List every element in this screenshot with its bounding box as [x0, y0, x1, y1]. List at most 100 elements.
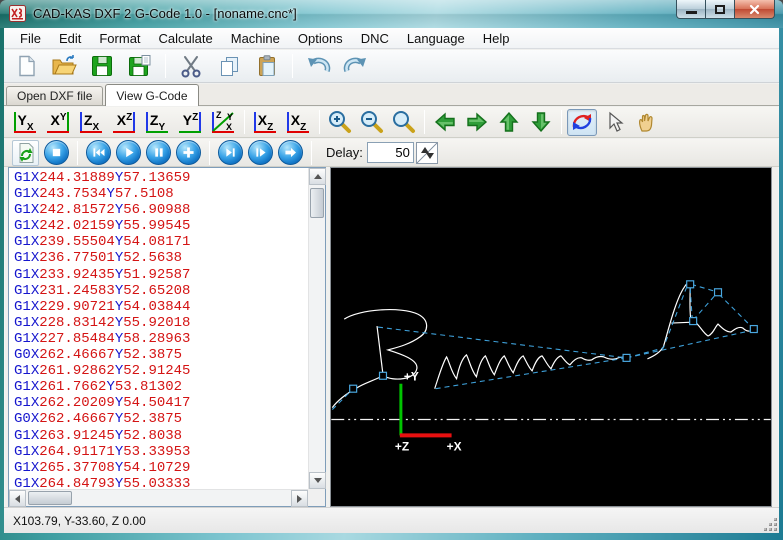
pointer-tool-button[interactable]: [599, 109, 629, 136]
menu-item-options[interactable]: Options: [289, 29, 352, 48]
maximize-button[interactable]: [706, 0, 735, 19]
menu-item-calculate[interactable]: Calculate: [150, 29, 222, 48]
menu-item-format[interactable]: Format: [90, 29, 149, 48]
spin-down-icon[interactable]: [426, 153, 434, 159]
view-x-z[interactable]: XZ: [109, 109, 140, 136]
menu-item-edit[interactable]: Edit: [50, 29, 90, 48]
gcode-line: G1X228.83142Y55.92018: [14, 315, 307, 331]
zoom-fit-button[interactable]: [389, 109, 419, 136]
scroll-left-button[interactable]: [9, 490, 26, 507]
gcode-line: G1X229.90721Y54.03844: [14, 299, 307, 315]
menu-item-dnc[interactable]: DNC: [352, 29, 398, 48]
view-toolbar: YX XY ZX XZ ZY YZ Z Y X XZ XZ: [4, 107, 779, 138]
view-x-y[interactable]: XY: [43, 109, 74, 136]
view-z-x[interactable]: ZX: [76, 109, 107, 136]
minimize-button[interactable]: [676, 0, 706, 19]
vertical-scrollbar[interactable]: [308, 168, 325, 489]
open-file-button[interactable]: [48, 52, 80, 80]
menu-item-help[interactable]: Help: [474, 29, 519, 48]
paste-button[interactable]: [251, 52, 283, 80]
tab-view-g-code[interactable]: View G-Code: [105, 84, 198, 106]
go-end-button[interactable]: [278, 140, 303, 165]
step-play-button[interactable]: [248, 140, 273, 165]
save-button[interactable]: [86, 52, 118, 80]
save-as-button[interactable]: [124, 52, 156, 80]
undo-button[interactable]: [302, 52, 334, 80]
gcode-line: G1X233.92435Y51.92587: [14, 267, 307, 283]
status-bar: X103.79, Y-33.60, Z 0.00: [4, 507, 779, 533]
view-z-y[interactable]: ZY: [142, 109, 173, 136]
axis-label-z: +Z: [395, 439, 409, 453]
regenerate-button[interactable]: [12, 140, 39, 166]
menu-item-language[interactable]: Language: [398, 29, 474, 48]
pan-right-button[interactable]: [462, 109, 492, 136]
delay-group: Delay:: [326, 142, 438, 164]
menu-item-machine[interactable]: Machine: [222, 29, 289, 48]
cut-button[interactable]: [175, 52, 207, 80]
zoom-out-button[interactable]: [357, 109, 387, 136]
toolbar-separator: [319, 110, 320, 134]
scroll-down-button[interactable]: [309, 472, 326, 489]
pan-hand-tool-button[interactable]: [631, 109, 661, 136]
rapid-move-lines: [332, 284, 754, 409]
view-x-z-front[interactable]: XZ: [250, 109, 281, 136]
view-x-z-back[interactable]: XZ: [283, 109, 314, 136]
vertical-scroll-thumb[interactable]: [310, 188, 324, 218]
horizontal-scrollbar[interactable]: [9, 489, 308, 506]
axis-label-y: +Y: [404, 370, 419, 384]
horizontal-scroll-thumb[interactable]: [28, 491, 72, 505]
preview-canvas[interactable]: +Y +Z +X: [330, 167, 772, 507]
play-button[interactable]: [116, 140, 141, 165]
pause-button[interactable]: [146, 140, 171, 165]
save-as-icon: [127, 54, 153, 78]
toolbar-separator: [77, 141, 78, 165]
rotate-tool-button[interactable]: [567, 109, 597, 136]
menu-item-file[interactable]: File: [11, 29, 50, 48]
play-icon: [117, 140, 140, 165]
copy-button[interactable]: [213, 52, 245, 80]
view-y-z[interactable]: YZ: [175, 109, 206, 136]
client-area: FileEditFormatCalculateMachineOptionsDNC…: [4, 28, 779, 533]
rewind-start-button[interactable]: [86, 140, 111, 165]
gcode-line: G1X263.91245Y52.8038: [14, 428, 307, 444]
resize-grip[interactable]: [764, 518, 777, 531]
delay-input[interactable]: [367, 142, 414, 163]
title-bar[interactable]: CAD-KAS DXF 2 G-Code 1.0 - [noname.cnc*]: [0, 0, 783, 28]
plus-button[interactable]: [176, 140, 201, 165]
gcode-line: G1X265.37708Y54.10729: [14, 460, 307, 476]
pan-left-icon: [434, 111, 456, 133]
gcode-line: G1X262.20209Y54.50417: [14, 395, 307, 411]
zoom-in-button[interactable]: [325, 109, 355, 136]
scrollbar-corner: [308, 489, 325, 506]
pan-down-button[interactable]: [526, 109, 556, 136]
delay-spinner[interactable]: [416, 142, 438, 164]
pan-up-button[interactable]: [494, 109, 524, 136]
tab-open-dxf-file[interactable]: Open DXF file: [6, 86, 103, 105]
scroll-up-button[interactable]: [309, 168, 326, 185]
zoom-in-icon: [327, 109, 353, 135]
redo-button[interactable]: [340, 52, 372, 80]
gcode-editor[interactable]: G1X244.31889Y57.13659G1X243.7534Y57.5108…: [10, 169, 307, 488]
stop-button[interactable]: [44, 140, 69, 165]
delay-label: Delay:: [326, 145, 363, 160]
close-button[interactable]: [735, 0, 775, 19]
rotate-icon: [570, 110, 594, 134]
pan-right-icon: [466, 111, 488, 133]
position-readout: X103.79, Y-33.60, Z 0.00: [13, 514, 146, 528]
redo-icon: [343, 55, 369, 77]
scroll-down-icon: [314, 478, 322, 483]
view-y-x[interactable]: YX: [10, 109, 41, 136]
close-icon: [749, 4, 760, 15]
scroll-right-button[interactable]: [291, 490, 308, 507]
view-3d[interactable]: Z Y X: [208, 109, 239, 136]
toolbar-separator: [244, 110, 245, 134]
pan-left-button[interactable]: [430, 109, 460, 136]
open-file-icon: [51, 54, 77, 78]
app-icon: [9, 5, 26, 22]
step-next-button[interactable]: [218, 140, 243, 165]
regenerate-icon: [15, 142, 37, 164]
new-file-button[interactable]: [10, 52, 42, 80]
copy-icon: [217, 54, 241, 78]
plus-icon: [177, 140, 200, 165]
minimize-icon: [686, 11, 697, 14]
